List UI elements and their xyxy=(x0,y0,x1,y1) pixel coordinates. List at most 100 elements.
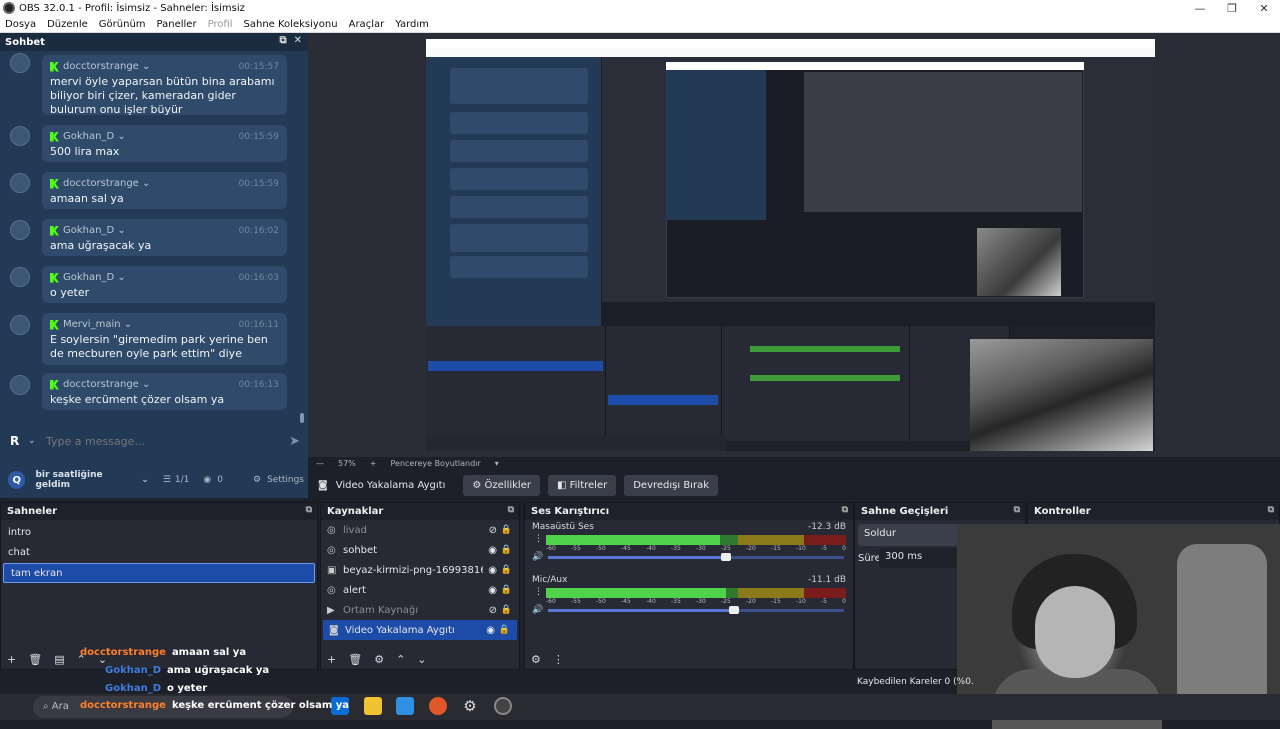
chat-message-input[interactable] xyxy=(46,434,282,448)
up-icon[interactable]: ⌃ xyxy=(396,653,405,666)
menu-view[interactable]: Görünüm xyxy=(99,19,146,30)
add-icon[interactable]: + xyxy=(327,653,336,666)
more-options-icon[interactable]: ⋮ xyxy=(534,587,543,597)
gear-icon[interactable]: ⚙ xyxy=(253,475,261,485)
eye-off-icon[interactable]: ⊘ xyxy=(489,525,497,536)
source-item[interactable]: ◎ alert ◉ 🔒 xyxy=(321,580,519,600)
trash-icon[interactable]: 🗑 xyxy=(28,653,42,666)
duration-input[interactable]: 300 ms xyxy=(879,548,959,568)
source-item[interactable]: ▶ Ortam Kaynağı ⊘ 🔒 xyxy=(321,600,519,620)
controls-dock-header: Kontroller ⧉ xyxy=(1028,503,1279,520)
settings-icon[interactable]: ⚙ xyxy=(461,697,479,715)
scene-item[interactable]: chat xyxy=(1,543,317,563)
source-item-selected[interactable]: ◙ Video Yakalama Aygıtı ◉ 🔒 xyxy=(323,620,517,640)
zoom-in-button[interactable]: + xyxy=(370,459,377,468)
more-options-icon[interactable]: ⋮ xyxy=(534,534,543,544)
minimize-button[interactable]: — xyxy=(1184,2,1216,15)
undock-icon[interactable]: ⧉ xyxy=(842,505,848,515)
deactivate-button[interactable]: Devredışı Bırak xyxy=(624,475,718,496)
undock-icon[interactable]: ⧉ xyxy=(1014,505,1020,515)
chevron-down-icon[interactable]: ⌄ xyxy=(141,475,149,485)
meter-tick-label: -10 xyxy=(796,545,806,552)
firefox-icon[interactable] xyxy=(429,697,447,715)
scene-item-selected[interactable]: tam ekran xyxy=(3,563,315,583)
message-author[interactable]: docctorstrange xyxy=(63,178,139,189)
source-item[interactable]: ◎ livad ⊘ 🔒 xyxy=(321,520,519,540)
message-author[interactable]: Mervi_main xyxy=(63,319,121,330)
fit-to-window-select[interactable]: Pencereye Boyutlandır xyxy=(390,459,480,468)
duration-label: Süre xyxy=(858,553,881,564)
lock-icon[interactable]: 🔒 xyxy=(501,545,512,555)
eye-icon[interactable]: ◉ xyxy=(488,545,497,556)
close-dock-icon[interactable]: ✕ xyxy=(294,35,302,46)
folder-icon[interactable] xyxy=(364,697,382,715)
add-icon[interactable]: + xyxy=(7,653,16,666)
scene-item[interactable]: intro xyxy=(1,523,317,543)
menu-help[interactable]: Yardım xyxy=(395,19,429,30)
volume-slider[interactable] xyxy=(548,606,844,614)
overlay-chat-user: Gokhan_D xyxy=(105,683,162,694)
chevron-down-icon[interactable]: ▾ xyxy=(495,459,499,468)
message-author[interactable]: Gokhan_D xyxy=(63,225,114,236)
transition-select[interactable]: Soldur xyxy=(858,524,958,546)
lock-icon[interactable]: 🔒 xyxy=(501,585,512,595)
send-icon[interactable]: ➤ xyxy=(282,434,300,449)
undock-icon[interactable]: ⧉ xyxy=(508,505,514,515)
camera-icon: ◙ xyxy=(318,480,328,491)
speaker-icon[interactable]: 🔊 xyxy=(532,552,543,562)
properties-button[interactable]: ⚙ Özellikler xyxy=(463,475,540,496)
overlay-chat-line: Gokhan_D o yeter xyxy=(105,683,207,694)
menu-edit[interactable]: Düzenle xyxy=(47,19,88,30)
undock-icon[interactable]: ⧉ xyxy=(1268,505,1274,515)
message-author[interactable]: docctorstrange xyxy=(63,379,139,390)
close-button[interactable]: ✕ xyxy=(1248,2,1280,15)
message-author[interactable]: Gokhan_D xyxy=(63,131,114,142)
eye-icon[interactable]: ◉ xyxy=(488,565,497,576)
menu-profile[interactable]: Profil xyxy=(208,19,233,30)
chat-message: Gokhan_D ⌄ 00:16:02 ama uğraşacak ya xyxy=(42,219,287,256)
gear-icon[interactable]: ⚙ xyxy=(374,653,384,666)
message-author[interactable]: docctorstrange xyxy=(63,61,139,72)
source-item[interactable]: ◎ sohbet ◉ 🔒 xyxy=(321,540,519,560)
user-initial[interactable]: R xyxy=(10,434,28,448)
maximize-button[interactable]: ❐ xyxy=(1216,2,1248,15)
menu-scene-collection[interactable]: Sahne Koleksiyonu xyxy=(244,19,338,30)
down-icon[interactable]: ⌄ xyxy=(417,653,426,666)
volume-slider[interactable] xyxy=(548,553,844,561)
filter-icon[interactable]: ▤ xyxy=(54,653,64,666)
chevron-down-icon[interactable]: ⌄ xyxy=(28,436,46,446)
preview-nested-message xyxy=(450,68,588,104)
trash-icon[interactable]: 🗑 xyxy=(348,653,362,666)
advanced-audio-icon[interactable]: ⚙ xyxy=(531,653,541,666)
undock-icon[interactable]: ⧉ xyxy=(280,35,287,46)
more-options-icon[interactable]: ⋮ xyxy=(553,653,564,666)
eye-icon[interactable]: ◉ xyxy=(488,585,497,596)
menu-file[interactable]: Dosya xyxy=(5,19,36,30)
channel-title[interactable]: bir saatliğine geldim xyxy=(35,470,137,490)
chat-message: docctorstrange ⌄ 00:15:57 mervi öyle yap… xyxy=(42,55,287,116)
menu-tools[interactable]: Araçlar xyxy=(349,19,385,30)
chat-scrollbar[interactable] xyxy=(300,58,304,423)
eye-off-icon[interactable]: ⊘ xyxy=(489,605,497,616)
avatar xyxy=(10,267,30,287)
meter-tick-label: -35 xyxy=(671,598,681,605)
lock-icon[interactable]: 🔒 xyxy=(501,525,512,535)
undock-icon[interactable]: ⧉ xyxy=(306,505,312,515)
search-icon: ⌕ xyxy=(43,701,49,712)
menu-docks[interactable]: Paneller xyxy=(157,19,197,30)
source-item[interactable]: ▣ beyaz-kirmizi-png-1699381647670 ◉ 🔒 xyxy=(321,560,519,580)
chat-settings-link[interactable]: Settings xyxy=(267,475,304,485)
speaker-icon[interactable]: 🔊 xyxy=(532,605,543,615)
filters-button[interactable]: ◧ Filtreler xyxy=(547,475,617,496)
message-author[interactable]: Gokhan_D xyxy=(63,272,114,283)
chat-users-icon: ☰ xyxy=(162,475,171,485)
obs-taskbar-icon[interactable] xyxy=(494,697,512,715)
lock-icon[interactable]: 🔒 xyxy=(499,625,510,635)
zoom-out-button[interactable]: — xyxy=(316,459,324,468)
lock-icon[interactable]: 🔒 xyxy=(501,605,512,615)
lock-icon[interactable]: 🔒 xyxy=(501,565,512,575)
mail-icon[interactable] xyxy=(396,697,414,715)
controls-title: Kontroller xyxy=(1034,506,1091,517)
message-time: 00:16:02 xyxy=(238,226,279,236)
eye-icon[interactable]: ◉ xyxy=(486,625,495,636)
